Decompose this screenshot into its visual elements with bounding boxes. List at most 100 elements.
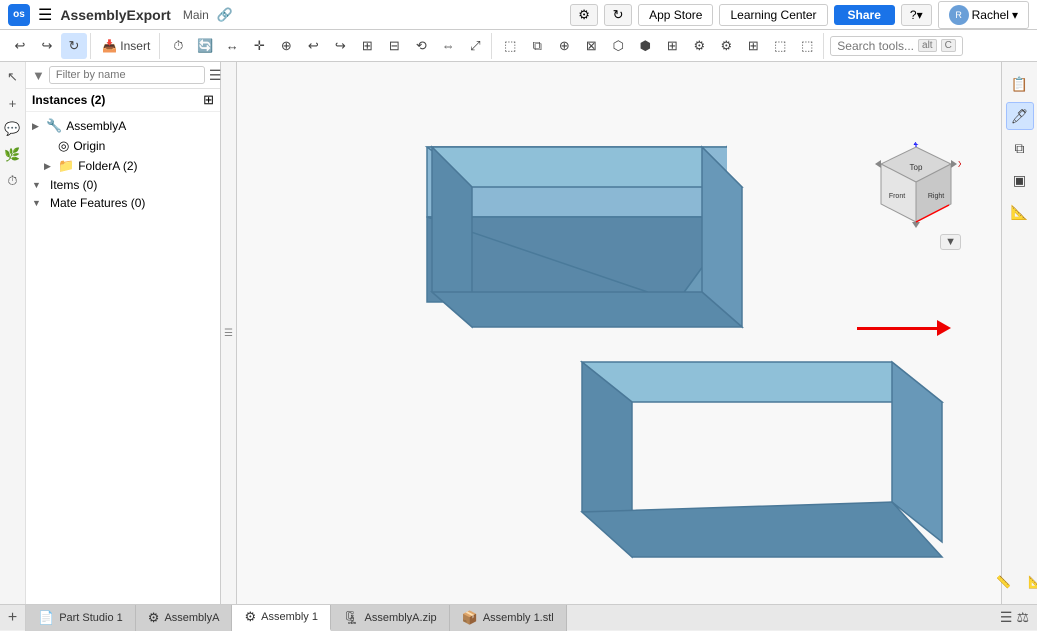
search-tools[interactable]: Search tools... alt C [830, 36, 963, 56]
user-menu-button[interactable]: R Rachel ▾ [938, 1, 1029, 29]
mate-label: Mate Features (0) [50, 196, 145, 210]
tool5[interactable]: ⊕ [273, 33, 299, 59]
tree-item-origin[interactable]: ◎ Origin [26, 136, 220, 156]
tool20[interactable]: ⚙ [686, 33, 712, 59]
left-icon-chat[interactable]: 💬 [2, 118, 24, 140]
redo-button[interactable]: ↪ [34, 33, 60, 59]
bottom-right-tools: 📏 📐 [990, 568, 1037, 596]
app-store-button[interactable]: App Store [638, 4, 713, 26]
origin-label: Origin [73, 139, 105, 153]
right-panel-measure-icon[interactable]: 📐 [1006, 198, 1034, 226]
canvas[interactable]: Top Front Right Z X ▼ [237, 62, 1001, 604]
svg-text:Right: Right [928, 193, 944, 200]
undo-button[interactable]: ↩ [7, 33, 33, 59]
add-tab-button[interactable]: + [0, 605, 26, 631]
settings-icon-btn[interactable]: ⚙ [570, 4, 598, 26]
hamburger-menu[interactable]: ☰ [38, 5, 52, 25]
learning-center-button[interactable]: Learning Center [719, 4, 827, 26]
tool16[interactable]: ⊠ [578, 33, 604, 59]
tool3[interactable]: ↔ [219, 33, 245, 59]
expand-icon: ▼ [32, 198, 42, 208]
tab-assembly-1-icon: ⚙ [244, 609, 256, 625]
tool2[interactable]: 🔄 [192, 33, 218, 59]
help-button[interactable]: ?▾ [901, 4, 932, 26]
box2-svg [532, 347, 942, 597]
tab-assembly-1-label: Assembly 1 [261, 611, 318, 623]
tab-assembly-a-zip[interactable]: 🗜 AssemblyA.zip [331, 605, 450, 631]
refresh-button[interactable]: ↻ [61, 33, 87, 59]
right-panel-display-icon[interactable]: ▣ [1006, 166, 1034, 194]
tree-item-assembly-a[interactable]: ▶ 🔧 AssemblyA [26, 116, 220, 136]
bottom-list-icon[interactable]: ☰ [1000, 609, 1013, 626]
nav-cube-svg: Top Front Right Z X [871, 142, 961, 232]
tree-item-items[interactable]: ▼ Items (0) [26, 176, 220, 194]
left-icon-cursor[interactable]: ↖ [2, 66, 24, 88]
expand-icon: ▶ [32, 121, 42, 132]
folder-a-label: FolderA (2) [78, 159, 137, 173]
instances-add-icon[interactable]: ⊞ [203, 92, 214, 108]
onshape-logo: os [8, 4, 30, 26]
toolbar-undo-group: ↩ ↪ ↻ [4, 33, 91, 59]
toolbar: ↩ ↪ ↻ 📥 Insert ⏱ 🔄 ↔ ✛ ⊕ ↩ ↪ ⊞ ⊟ ⟲ ⇔ ⤢ ⬚… [0, 30, 1037, 62]
bottom-scale-icon[interactable]: ⚖ [1016, 609, 1029, 626]
collapse-handle[interactable]: ☰ [221, 62, 237, 604]
tool22[interactable]: ⊞ [740, 33, 766, 59]
svg-text:Front: Front [889, 193, 905, 200]
tool21[interactable]: ⚙ [713, 33, 739, 59]
topbar-right: ⚙ ↻ App Store Learning Center Share ?▾ R… [570, 1, 1029, 29]
instances-header: Instances (2) ⊞ [26, 89, 220, 112]
tool15[interactable]: ⊕ [551, 33, 577, 59]
share-button[interactable]: Share [834, 5, 895, 25]
tree-item-folder-a[interactable]: ▶ 📁 FolderA (2) [26, 156, 220, 176]
main-link[interactable]: Main [183, 8, 209, 22]
tree-item-mate-features[interactable]: ▼ Mate Features (0) [26, 194, 220, 212]
tab-stl-label: Assembly 1.stl [483, 612, 554, 624]
tool11[interactable]: ⇔ [435, 33, 461, 59]
tool12[interactable]: ⤢ [462, 33, 488, 59]
right-panel-list-icon[interactable]: 📋 [1006, 70, 1034, 98]
toolbar-more-group: ⬚ ⧉ ⊕ ⊠ ⬡ ⬢ ⊞ ⚙ ⚙ ⊞ ⬚ ⬚ [494, 33, 824, 59]
calc-tool-icon[interactable]: 📐 [1022, 568, 1037, 596]
tool18[interactable]: ⬢ [632, 33, 658, 59]
left-icon-add[interactable]: + [2, 92, 24, 114]
tool1[interactable]: ⏱ [165, 33, 191, 59]
tab-assembly-a-icon: ⚙ [148, 610, 160, 626]
right-panel-highlight-icon[interactable]: 🖊 [1006, 102, 1034, 130]
sync-icon-btn[interactable]: ↻ [604, 4, 632, 26]
left-panel: ▼ ☰ Instances (2) ⊞ ▶ 🔧 AssemblyA ◎ Orig… [26, 62, 221, 604]
tool19[interactable]: ⊞ [659, 33, 685, 59]
arrow-head [937, 320, 951, 336]
svg-text:X: X [958, 160, 961, 169]
left-icon-clock[interactable]: ⏱ [2, 170, 24, 192]
tool17[interactable]: ⬡ [605, 33, 631, 59]
toolbar-insert-group: 📥 Insert [93, 33, 160, 59]
filter-input[interactable] [49, 66, 205, 84]
right-panel-stack-icon[interactable]: ⧉ [1006, 134, 1034, 162]
tool9[interactable]: ⊟ [381, 33, 407, 59]
tool14[interactable]: ⧉ [524, 33, 550, 59]
tab-assembly-a[interactable]: ⚙ AssemblyA [136, 605, 233, 631]
tab-assembly-1[interactable]: ⚙ Assembly 1 [232, 605, 331, 631]
bottom-right-icons: ☰ ⚖ [1000, 609, 1037, 626]
tab-part-studio-1[interactable]: 📄 Part Studio 1 [26, 605, 136, 631]
view-options-btn[interactable]: ▼ [940, 234, 961, 250]
tool8[interactable]: ⊞ [354, 33, 380, 59]
filter-menu-btn[interactable]: ☰ [209, 67, 222, 84]
nav-cube[interactable]: Top Front Right Z X ▼ [871, 142, 961, 232]
tool13[interactable]: ⬚ [497, 33, 523, 59]
origin-icon: ◎ [58, 138, 69, 154]
filter-bar: ▼ ☰ [26, 62, 220, 89]
tool6[interactable]: ↩ [300, 33, 326, 59]
tool24[interactable]: ⬚ [794, 33, 820, 59]
search-label: Search tools... [837, 39, 914, 53]
tool23[interactable]: ⬚ [767, 33, 793, 59]
tool4[interactable]: ✛ [246, 33, 272, 59]
insert-button[interactable]: 📥 Insert [96, 33, 156, 59]
left-icon-tree[interactable]: 🌿 [2, 144, 24, 166]
measure-tool-icon[interactable]: 📏 [990, 568, 1018, 596]
bottombar: + 📄 Part Studio 1 ⚙ AssemblyA ⚙ Assembly… [0, 604, 1037, 630]
tool7[interactable]: ↪ [327, 33, 353, 59]
tool10[interactable]: ⟲ [408, 33, 434, 59]
tab-assembly-1-stl[interactable]: 📦 Assembly 1.stl [450, 605, 567, 631]
main-area: ↖ + 💬 🌿 ⏱ ▼ ☰ Instances (2) ⊞ ▶ 🔧 Assemb… [0, 62, 1037, 604]
